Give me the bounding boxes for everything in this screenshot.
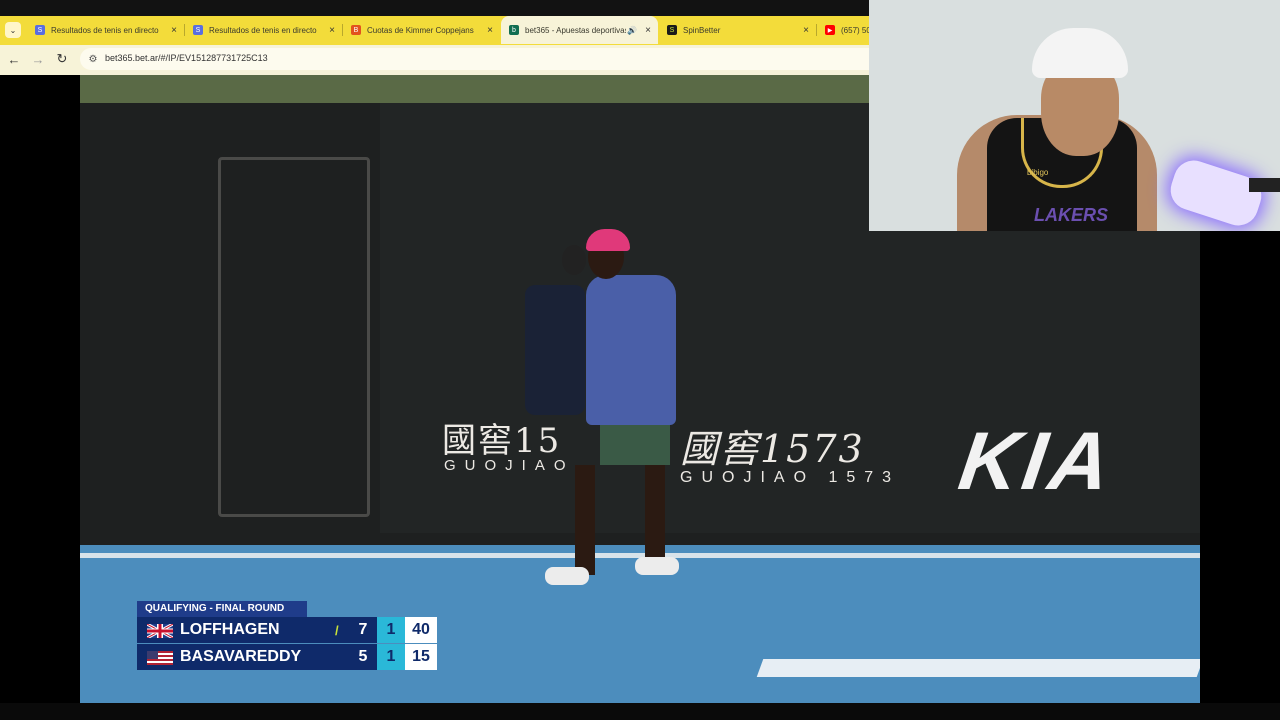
microphone-arm xyxy=(1249,178,1280,192)
player-name: BASAVAREDDY xyxy=(180,648,302,665)
score-row: LOFFHAGEN / 7 1 40 xyxy=(137,617,437,643)
tab-title: Cuotas de Kimmer Coppejans xyxy=(367,25,474,35)
site-info-icon[interactable]: ⚙ xyxy=(86,52,100,66)
player-name: LOFFHAGEN xyxy=(180,621,280,638)
trees-background xyxy=(80,75,880,103)
browser-tab[interactable]: S SpinBetter × xyxy=(659,16,817,44)
set-2-score: 1 xyxy=(386,648,396,665)
close-icon[interactable]: × xyxy=(800,25,812,36)
navigation-bar: ← → ↻ ⚙ bet365.bet.ar/#/IP/EV15128773172… xyxy=(0,45,869,73)
favicon-icon: b xyxy=(509,25,519,35)
close-icon[interactable]: × xyxy=(642,25,654,36)
sponsor-logo-romanized: GUOJIAO 1573 xyxy=(680,469,901,486)
url-text: bet365.bet.ar/#/IP/EV151287731725C13 xyxy=(105,53,268,63)
sponsor-logo-chinese: 國窖1573 xyxy=(680,427,865,471)
close-icon[interactable]: × xyxy=(168,25,180,36)
forward-button[interactable]: → xyxy=(29,50,47,68)
browser-tab[interactable]: S Resultados de tenis en directo × xyxy=(185,16,343,44)
player-shorts xyxy=(600,420,670,465)
tab-search-button[interactable]: ⌄ xyxy=(5,22,21,38)
close-icon[interactable]: × xyxy=(484,25,496,36)
favicon-icon: S xyxy=(35,25,45,35)
arrow-right-icon: → xyxy=(31,51,45,67)
tab-title: SpinBetter xyxy=(683,25,721,35)
court-marking xyxy=(756,659,1200,677)
tennis-scoreboard: QUALIFYING - FINAL ROUND LOFFHAGEN / 7 1… xyxy=(137,601,437,671)
tab-title: Resultados de tenis en directo xyxy=(51,25,159,35)
favicon-icon: S xyxy=(193,25,203,35)
close-icon[interactable]: × xyxy=(326,25,338,36)
reload-button[interactable]: ↻ xyxy=(53,50,71,68)
jersey-text: LAKERS xyxy=(1034,205,1109,225)
browser-tab[interactable]: B Cuotas de Kimmer Coppejans × xyxy=(343,16,500,44)
tab-strip: ⌄ S Resultados de tenis en directo × S R… xyxy=(0,0,869,45)
sponsor-logo-chinese: 國窖15 xyxy=(442,421,562,461)
bottom-bar xyxy=(0,703,1280,720)
round-label: QUALIFYING - FINAL ROUND xyxy=(137,601,307,617)
game-points: 40 xyxy=(412,621,430,638)
favicon-icon: S xyxy=(667,25,677,35)
set-1-score: 7 xyxy=(358,621,368,638)
tab-title: Resultados de tenis en directo xyxy=(209,25,317,35)
player-shirt xyxy=(586,275,676,425)
browser-tab[interactable]: ▶ (657) 50 xyxy=(817,16,869,44)
ball-kid xyxy=(525,285,585,415)
browser-window: ⌄ S Resultados de tenis en directo × S R… xyxy=(0,0,869,75)
reload-icon: ↻ xyxy=(56,51,68,66)
player-legs xyxy=(545,465,679,585)
browser-tab[interactable]: S Resultados de tenis en directo × xyxy=(27,16,185,44)
jersey-sponsor: bibigo xyxy=(1027,168,1049,177)
streamer-webcam: bibigo LAKERS xyxy=(869,0,1280,231)
fence-gate xyxy=(218,157,370,517)
arrow-left-icon: ← xyxy=(7,51,21,67)
game-points: 15 xyxy=(412,648,430,665)
set-2-score: 1 xyxy=(386,621,396,638)
tab-title: (657) 50 xyxy=(841,25,869,35)
youtube-icon: ▶ xyxy=(825,25,835,35)
tab-title: bet365 - Apuestas deportivas xyxy=(525,25,626,35)
us-flag-icon xyxy=(147,651,173,665)
kia-logo: KIA xyxy=(953,416,1120,507)
serve-indicator-icon: / xyxy=(335,623,339,638)
back-button[interactable]: ← xyxy=(5,50,23,68)
chevron-down-icon: ⌄ xyxy=(9,25,17,35)
speaker-icon[interactable]: 🔊 xyxy=(626,26,638,35)
set-1-score: 5 xyxy=(358,648,368,665)
address-bar[interactable]: ⚙ bet365.bet.ar/#/IP/EV151287731725C13 xyxy=(80,48,869,70)
browser-tab-active[interactable]: b bet365 - Apuestas deportivas 🔊 × xyxy=(501,16,658,44)
ball-kid-head xyxy=(562,245,586,275)
uk-flag-icon xyxy=(147,624,173,638)
sponsor-logo-romanized: GUOJIAO xyxy=(444,457,575,474)
favicon-icon: B xyxy=(351,25,361,35)
title-bar xyxy=(0,0,869,16)
score-row: BASAVAREDDY 5 1 15 xyxy=(137,644,437,670)
